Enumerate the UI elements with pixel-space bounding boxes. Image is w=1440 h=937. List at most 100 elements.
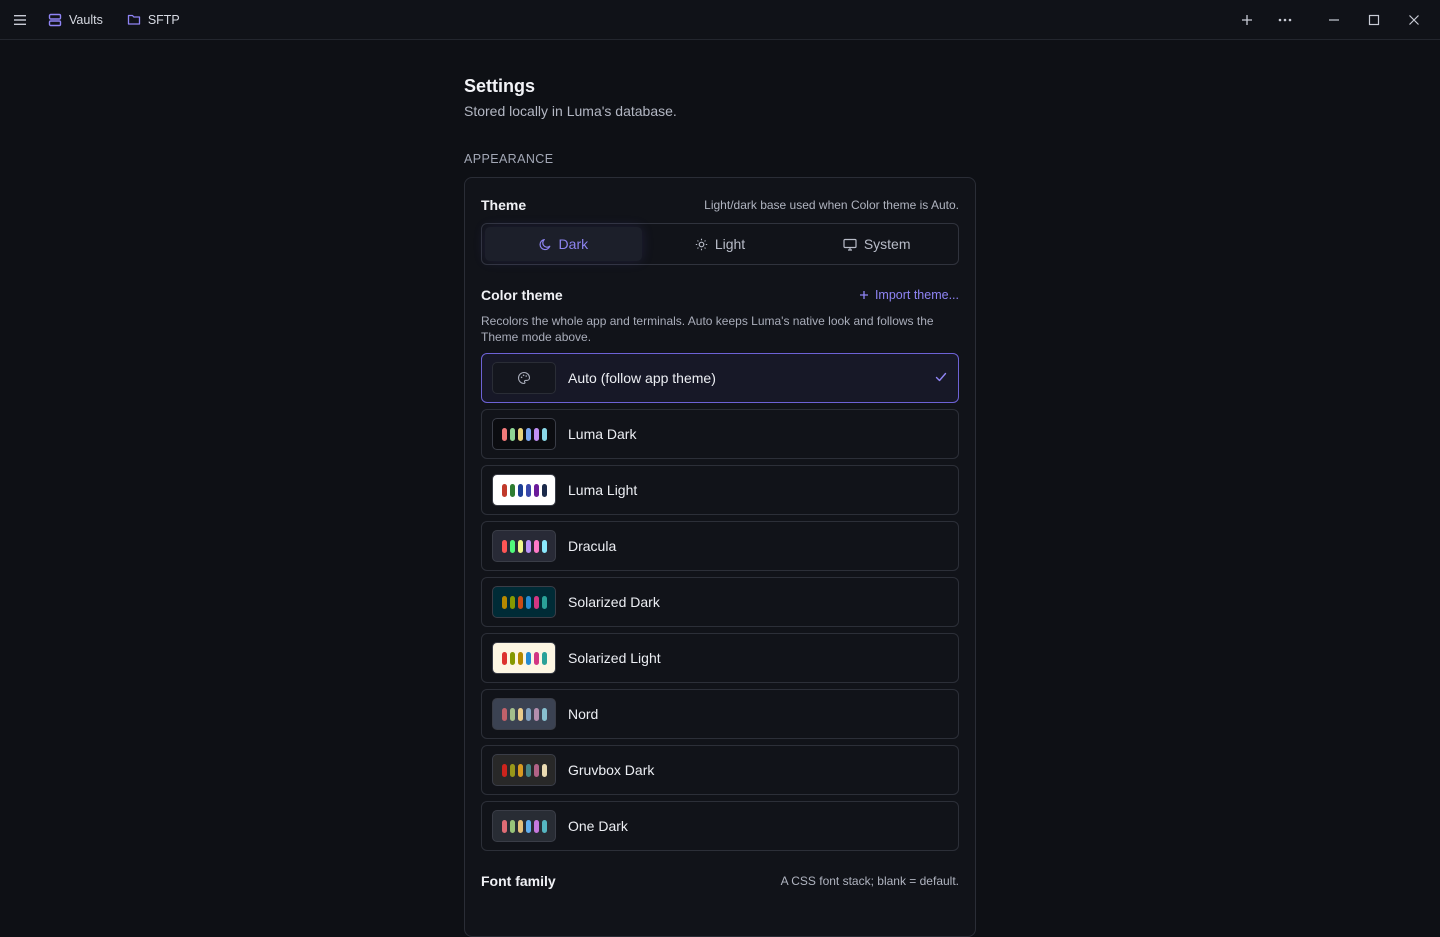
settings-page: Settings Stored locally in Luma's databa… xyxy=(464,76,976,937)
palette-color-chip xyxy=(525,763,531,777)
color-theme-row-header: Color theme Import theme... xyxy=(481,285,959,305)
theme-swatch xyxy=(492,754,556,786)
palette-color-chip xyxy=(525,595,531,609)
plus-icon xyxy=(859,291,868,299)
palette-color-chip xyxy=(501,819,507,833)
section-label-appearance: APPEARANCE xyxy=(464,152,554,166)
theme-name: Dracula xyxy=(568,538,617,554)
theme-swatch xyxy=(492,530,556,562)
palette-color-chip xyxy=(509,819,515,833)
import-theme-label: Import theme... xyxy=(874,288,959,302)
new-tab-button[interactable] xyxy=(1228,0,1266,40)
palette-color-chip xyxy=(533,651,539,665)
palette-color-chip xyxy=(509,763,515,777)
close-window-button[interactable] xyxy=(1394,0,1434,40)
palette-color-chip xyxy=(517,427,523,441)
palette-color-chip xyxy=(517,707,523,721)
palette-color-chip xyxy=(501,763,507,777)
theme-option-dark[interactable]: Dark xyxy=(485,227,642,261)
appearance-card: Theme Light/dark base used when Color th… xyxy=(464,177,976,937)
tab-sftp[interactable]: SFTP xyxy=(119,0,188,40)
palette-color-chip xyxy=(533,707,539,721)
page-subtitle: Stored locally in Luma's database. xyxy=(464,103,677,119)
palette-color-chip xyxy=(525,427,531,441)
palette-color-chip xyxy=(501,427,507,441)
palette-color-chip xyxy=(517,539,523,553)
palette-color-chip xyxy=(541,707,547,721)
theme-swatch xyxy=(492,810,556,842)
theme-option-system[interactable]: System xyxy=(798,227,955,261)
theme-item-solarized-light[interactable]: Solarized Light xyxy=(481,633,959,683)
palette-color-chip xyxy=(525,483,531,497)
maximize-icon xyxy=(1368,14,1380,26)
palette-icon xyxy=(518,371,531,385)
palette-color-chip xyxy=(541,595,547,609)
palette-color-chip xyxy=(533,483,539,497)
minimize-button[interactable] xyxy=(1314,0,1354,40)
palette-color-chip xyxy=(501,651,507,665)
ellipsis-icon xyxy=(1278,18,1292,22)
theme-item-nord[interactable]: Nord xyxy=(481,689,959,739)
palette-color-chip xyxy=(533,763,539,777)
theme-hint: Light/dark base used when Color theme is… xyxy=(704,198,959,212)
color-theme-title: Color theme xyxy=(481,287,563,303)
font-family-hint: A CSS font stack; blank = default. xyxy=(780,874,959,888)
menu-button[interactable] xyxy=(0,0,40,40)
folder-icon xyxy=(127,14,140,25)
checkmark-icon xyxy=(935,372,947,382)
palette-color-chip xyxy=(533,595,539,609)
more-options-button[interactable] xyxy=(1266,0,1304,40)
theme-item-auto[interactable]: Auto (follow app theme) xyxy=(481,353,959,403)
palette-color-chip xyxy=(517,483,523,497)
hamburger-menu-icon xyxy=(14,14,26,25)
palette-color-chip xyxy=(509,427,515,441)
theme-name: Solarized Dark xyxy=(568,594,660,610)
titlebar-left: Vaults SFTP xyxy=(0,0,196,40)
palette-color-chip xyxy=(517,763,523,777)
palette-color-chip xyxy=(517,819,523,833)
minimize-icon xyxy=(1329,19,1339,21)
palette-color-chip xyxy=(501,595,507,609)
theme-option-dark-label: Dark xyxy=(558,236,589,252)
theme-name: Solarized Light xyxy=(568,650,661,666)
theme-name: One Dark xyxy=(568,818,628,834)
theme-swatch xyxy=(492,418,556,450)
color-theme-description: Recolors the whole app and terminals. Au… xyxy=(481,314,934,344)
theme-item-solarized-dark[interactable]: Solarized Dark xyxy=(481,577,959,627)
sun-icon xyxy=(695,238,708,250)
theme-item-gruvbox-dark[interactable]: Gruvbox Dark xyxy=(481,745,959,795)
palette-color-chip xyxy=(541,763,547,777)
close-icon xyxy=(1409,15,1419,25)
palette-color-chip xyxy=(541,539,547,553)
theme-option-light-label: Light xyxy=(714,236,746,252)
palette-color-chip xyxy=(509,483,515,497)
font-family-title: Font family xyxy=(481,873,556,889)
palette-color-chip xyxy=(541,819,547,833)
theme-name: Gruvbox Dark xyxy=(568,762,655,778)
theme-item-dracula[interactable]: Dracula xyxy=(481,521,959,571)
theme-item-one-dark[interactable]: One Dark xyxy=(481,801,959,851)
maximize-button[interactable] xyxy=(1354,0,1394,40)
palette-color-chip xyxy=(525,707,531,721)
palette-color-chip xyxy=(509,651,515,665)
moon-icon xyxy=(539,238,550,250)
palette-color-chip xyxy=(533,819,539,833)
theme-item-luma-light[interactable]: Luma Light xyxy=(481,465,959,515)
palette-color-chip xyxy=(517,595,523,609)
import-theme-button[interactable]: Import theme... xyxy=(859,288,959,302)
tab-vaults-label: Vaults xyxy=(69,12,103,27)
palette-color-chip xyxy=(509,707,515,721)
palette-color-chip xyxy=(501,707,507,721)
theme-name: Auto (follow app theme) xyxy=(568,370,716,386)
theme-swatch xyxy=(492,642,556,674)
theme-row-header: Theme Light/dark base used when Color th… xyxy=(481,195,959,215)
palette-color-chip xyxy=(509,595,515,609)
theme-swatch xyxy=(492,362,556,394)
title-bar: Vaults SFTP xyxy=(0,0,1440,40)
theme-swatch xyxy=(492,586,556,618)
theme-item-luma-dark[interactable]: Luma Dark xyxy=(481,409,959,459)
theme-option-light[interactable]: Light xyxy=(642,227,799,261)
tab-sftp-label: SFTP xyxy=(147,12,180,27)
palette-color-chip xyxy=(533,427,539,441)
tab-vaults[interactable]: Vaults xyxy=(40,0,111,40)
